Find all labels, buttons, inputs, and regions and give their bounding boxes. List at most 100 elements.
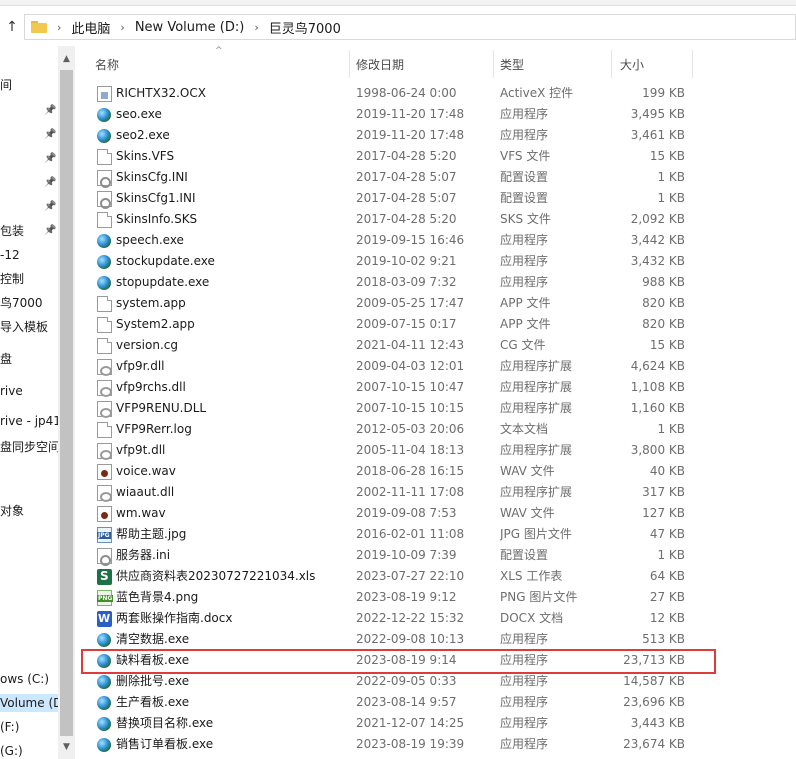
exe-icon xyxy=(97,633,111,647)
column-divider[interactable] xyxy=(493,50,494,78)
file-row[interactable]: SkinsCfg1.INI 2017-04-28 5:07 配置设置 1 KB xyxy=(75,188,796,209)
column-divider[interactable] xyxy=(349,50,350,78)
pin-icon[interactable]: 📌 xyxy=(44,201,56,213)
file-row[interactable]: version.cg 2021-04-11 12:43 CG 文件 15 KB xyxy=(75,335,796,356)
dll-icon xyxy=(97,359,112,376)
pin-icon[interactable]: 📌 xyxy=(44,225,56,237)
file-row[interactable]: 供应商资料表20230727221034.xls 2023-07-27 22:10… xyxy=(75,566,796,587)
file-name: stopupdate.exe xyxy=(116,275,210,289)
folder-icon xyxy=(31,21,47,33)
file-size: 820 KB xyxy=(642,317,685,331)
file-row[interactable]: 删除批号.exe 2022-09-05 0:33 应用程序 14,587 KB xyxy=(75,671,796,692)
file-row[interactable]: 缺料看板.exe 2023-08-19 9:14 应用程序 23,713 KB xyxy=(75,650,796,671)
file-name: 删除批号.exe xyxy=(116,674,190,688)
file-row[interactable]: vfp9r.dll 2009-04-03 12:01 应用程序扩展 4,624 KB xyxy=(75,356,796,377)
file-type: XLS 工作表 xyxy=(500,569,563,583)
file-row[interactable]: vfp9rchs.dll 2007-10-15 10:47 应用程序扩展 1,108 … xyxy=(75,377,796,398)
file-row[interactable]: 两套账操作指南.docx 2022-12-22 15:32 DOCX 文档 12 KB xyxy=(75,608,796,629)
nav-item[interactable]: (F:) xyxy=(0,718,58,736)
file-row[interactable]: system.app 2009-05-25 17:47 APP 文件 820 KB xyxy=(75,293,796,314)
file-row[interactable]: wm.wav 2019-09-08 7:53 WAV 文件 127 KB xyxy=(75,503,796,524)
file-name: speech.exe xyxy=(116,233,184,247)
file-name: wiaaut.dll xyxy=(116,485,175,499)
file-row[interactable]: speech.exe 2019-09-15 16:46 应用程序 3,442 KB xyxy=(75,230,796,251)
file-row[interactable]: VFP9Rerr.log 2012-05-03 20:06 文本文档 1 KB xyxy=(75,419,796,440)
file-row[interactable]: Skins.VFS 2017-04-28 5:20 VFS 文件 15 KB xyxy=(75,146,796,167)
file-name: SkinsCfg.INI xyxy=(116,170,188,184)
file-row[interactable]: 帮助主题.jpg 2016-02-01 11:08 JPG 图片文件 47 KB xyxy=(75,524,796,545)
pin-icon[interactable]: 📌 xyxy=(44,105,56,117)
nav-item[interactable]: ows (C:) xyxy=(0,670,58,688)
file-date: 2017-04-28 5:20 xyxy=(356,149,457,163)
file-row[interactable]: 替换项目名称.exe 2021-12-07 14:25 应用程序 3,443 KB xyxy=(75,713,796,734)
nav-item[interactable]: 导入模板 xyxy=(0,318,58,336)
file-row[interactable]: 蓝色背景4.png 2023-08-19 9:12 PNG 图片文件 27 KB xyxy=(75,587,796,608)
nav-item[interactable]: 盘同步空间 xyxy=(0,438,58,456)
nav-item[interactable]: 控制 xyxy=(0,270,58,288)
wav-icon xyxy=(97,506,112,522)
pin-icon[interactable]: 📌 xyxy=(44,177,56,189)
file-name: 清空数据.exe xyxy=(116,632,190,646)
breadcrumb-drive-d[interactable]: New Volume (D:) xyxy=(135,20,245,35)
file-name: System2.app xyxy=(116,317,195,331)
nav-item[interactable]: (G:) xyxy=(0,742,58,759)
nav-scrollbar[interactable]: ▲ ▼ xyxy=(58,46,75,759)
nav-item[interactable]: 盘 xyxy=(0,350,58,368)
exe-icon xyxy=(97,654,111,668)
file-row[interactable]: 清空数据.exe 2022-09-08 10:13 应用程序 513 KB xyxy=(75,629,796,650)
nav-item[interactable]: -12 xyxy=(0,246,58,264)
file-row[interactable]: stopupdate.exe 2018-03-09 7:32 应用程序 988 KB xyxy=(75,272,796,293)
file-row[interactable]: RICHTX32.OCX 1998-06-24 0:00 ActiveX 控件 199… xyxy=(75,83,796,104)
file-type: 应用程序 xyxy=(500,254,549,268)
file-size: 513 KB xyxy=(642,632,685,646)
file-row[interactable]: SkinsInfo.SKS 2017-04-28 5:20 SKS 文件 2,092 … xyxy=(75,209,796,230)
file-row[interactable]: SkinsCfg.INI 2017-04-28 5:07 配置设置 1 KB xyxy=(75,167,796,188)
column-header-date[interactable]: 修改日期 xyxy=(356,56,404,73)
nav-item[interactable]: Volume (D xyxy=(0,694,58,712)
nav-item[interactable]: rive xyxy=(0,382,58,400)
file-row[interactable]: 生产看板.exe 2023-08-14 9:57 应用程序 23,696 KB xyxy=(75,692,796,713)
file-row[interactable]: 服务器.ini 2019-10-09 7:39 配置设置 1 KB xyxy=(75,545,796,566)
file-type: 应用程序 xyxy=(500,107,549,121)
column-divider[interactable] xyxy=(611,50,612,78)
file-row[interactable]: System2.app 2009-07-15 0:17 APP 文件 820 KB xyxy=(75,314,796,335)
pin-icon[interactable]: 📌 xyxy=(44,153,56,165)
file-type: 应用程序 xyxy=(500,674,549,688)
file-date: 2009-05-25 17:47 xyxy=(356,296,465,310)
file-date: 2023-08-19 19:39 xyxy=(356,737,465,751)
scroll-down-icon[interactable]: ▼ xyxy=(58,740,75,754)
up-arrow-icon[interactable]: ↑ xyxy=(4,19,20,35)
file-row[interactable]: wiaaut.dll 2002-11-11 17:08 应用程序扩展 317 KB xyxy=(75,482,796,503)
nav-item[interactable]: rive - jp410 xyxy=(0,412,58,430)
file-date: 2019-09-15 16:46 xyxy=(356,233,465,247)
file-icon xyxy=(97,149,112,165)
exe-icon xyxy=(97,234,111,248)
column-header-name[interactable]: 名称 xyxy=(95,56,119,73)
file-row[interactable]: vfp9t.dll 2005-11-04 18:13 应用程序扩展 3,800 KB xyxy=(75,440,796,461)
file-row[interactable]: seo2.exe 2019-11-20 17:48 应用程序 3,461 KB xyxy=(75,125,796,146)
wav-icon xyxy=(97,464,112,480)
file-type: 应用程序扩展 xyxy=(500,485,573,499)
file-type: 应用程序 xyxy=(500,233,549,247)
file-name: vfp9r.dll xyxy=(116,359,165,373)
file-row[interactable]: stockupdate.exe 2019-10-02 9:21 应用程序 3,432 … xyxy=(75,251,796,272)
nav-item[interactable]: 鸟7000 xyxy=(0,294,58,312)
scroll-up-icon[interactable]: ▲ xyxy=(58,52,75,66)
file-row[interactable]: seo.exe 2019-11-20 17:48 应用程序 3,495 KB xyxy=(75,104,796,125)
breadcrumb-current-folder[interactable]: 巨灵鸟7000 xyxy=(269,18,341,37)
nav-item[interactable]: 对象 xyxy=(0,502,58,520)
file-name: voice.wav xyxy=(116,464,176,478)
exe-icon xyxy=(97,255,111,269)
column-header-type[interactable]: 类型 xyxy=(500,56,524,73)
file-row[interactable]: VFP9RENU.DLL 2007-10-15 10:15 应用程序扩展 1,160 … xyxy=(75,398,796,419)
pin-icon[interactable]: 📌 xyxy=(44,129,56,141)
file-row[interactable]: 销售订单看板.exe 2023-08-19 19:39 应用程序 23,674 KB xyxy=(75,734,796,755)
nav-item[interactable]: 间 xyxy=(0,76,58,94)
file-size: 14,587 KB xyxy=(623,674,685,688)
scroll-thumb[interactable] xyxy=(60,70,73,736)
column-header-size[interactable]: 大小 xyxy=(620,56,644,73)
address-bar[interactable]: › 此电脑 › New Volume (D:) › 巨灵鸟7000 xyxy=(24,14,796,40)
file-row[interactable]: voice.wav 2018-06-28 16:15 WAV 文件 40 KB xyxy=(75,461,796,482)
column-divider[interactable] xyxy=(692,50,693,78)
breadcrumb-this-pc[interactable]: 此电脑 xyxy=(71,18,110,37)
